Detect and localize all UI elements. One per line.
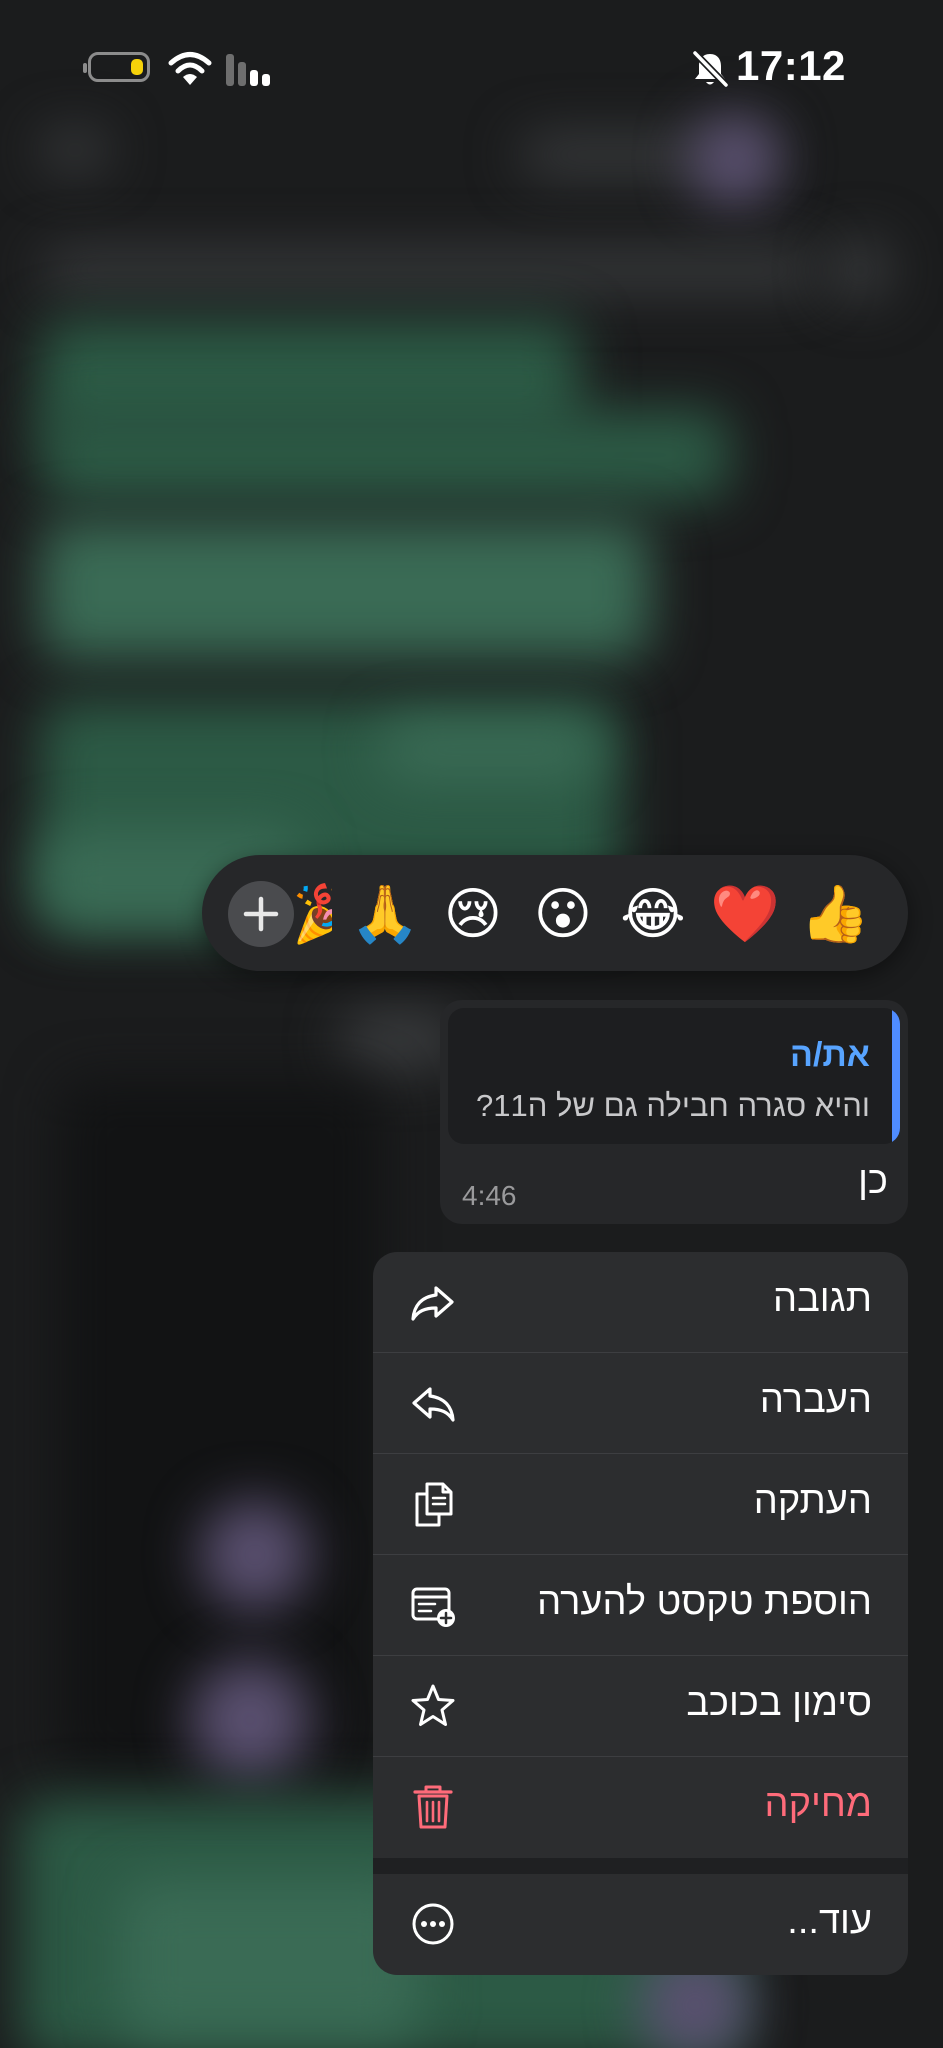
copy-icon [415,1482,453,1527]
message-text: כן [858,1160,888,1202]
menu-item-label: העברה [759,1379,872,1421]
quote-author: את/ה [789,1036,870,1074]
menu-item-star[interactable]: סימון בכוכב [373,1656,908,1756]
menu-item-label: תגובה [772,1278,872,1320]
wifi-icon [168,52,212,85]
status-bar: 17:12 [0,0,943,140]
trash-icon [413,1785,453,1829]
menu-item-copy[interactable]: העתקה [373,1454,908,1554]
reply-arrow-icon [412,1387,455,1422]
reaction-tears-of-joy[interactable]: 😂 [620,881,686,947]
message-timestamp: 4:46 [462,1180,517,1211]
reaction-red-heart[interactable]: ❤️ [710,881,780,947]
bell-slash-icon [692,50,728,88]
quote-text: והיא סגרה חבילה גם של ה11? [475,1088,870,1123]
menu-item-label: מחיקה [764,1783,873,1825]
cellular-signal-icon [226,54,276,86]
add-reaction-button[interactable] [228,881,294,947]
message-bubble[interactable]: את/ה והיא סגרה חבילה גם של ה11? כן 4:46 [440,1000,908,1224]
menu-item-label: סימון בכוכב [686,1682,872,1724]
menu-item-label: העתקה [753,1480,872,1522]
share-arrow-icon [411,1286,454,1321]
more-circle-icon [412,1903,454,1945]
star-icon [411,1684,455,1726]
menu-item-forward[interactable]: העברה [373,1353,908,1453]
menu-item-more[interactable]: עוד... [373,1874,908,1974]
menu-item-add-note[interactable]: הוספת טקסט להערה [373,1555,908,1655]
menu-group-separator [373,1858,908,1874]
plus-icon [243,896,279,932]
message-context-menu: תגובה העברה העתקה הוספת טקסט להערה סימון… [373,1252,908,1975]
battery-icon [83,52,150,82]
reaction-surprised-face[interactable]: 😮 [530,881,596,947]
reaction-party-popper[interactable]: 🎉 [292,881,332,947]
status-time: 17:12 [736,42,846,89]
quoted-message[interactable]: את/ה והיא סגרה חבילה גם של ה11? [448,1008,900,1144]
menu-item-delete[interactable]: מחיקה [373,1757,908,1857]
menu-item-label: הוספת טקסט להערה [537,1581,872,1623]
menu-item-label: עוד... [787,1900,872,1942]
reaction-folded-hands[interactable]: 🙏 [350,881,420,947]
add-note-icon [411,1587,455,1627]
reaction-crying-face[interactable]: 😢 [440,881,506,947]
menu-item-reply[interactable]: תגובה [373,1252,908,1352]
reaction-bar: 🎉 🙏 😢 😮 😂 ❤️ 👍 [202,855,908,971]
quote-accent-bar [892,1008,900,1144]
reaction-thumbs-up[interactable]: 👍 [800,881,870,947]
battery-level [131,59,143,75]
